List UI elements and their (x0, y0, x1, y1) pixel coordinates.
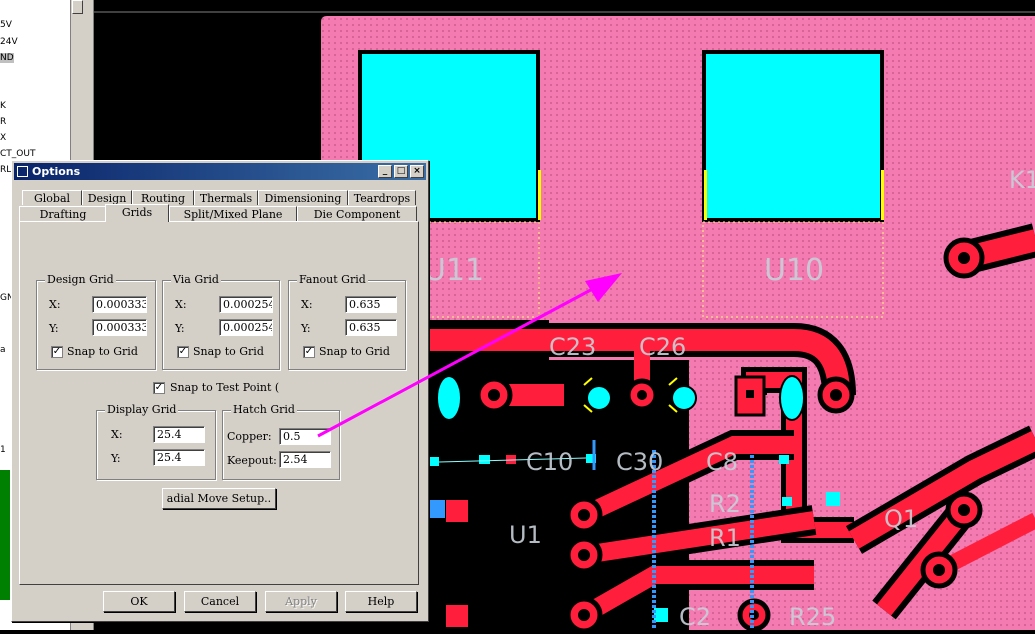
net-item-selected[interactable]: ND (0, 53, 14, 63)
scroll-up-arrow-icon[interactable] (72, 0, 83, 14)
apply-button[interactable]: Apply (265, 591, 337, 612)
label-u11: U11 (424, 253, 484, 288)
display-grid-x-label: X: (111, 428, 123, 441)
dialog-titlebar[interactable]: Options _ □ × (14, 163, 426, 180)
fanout-grid-group: Fanout Grid X: 0.635 Y: 0.635 ✓ Snap to … (288, 273, 406, 370)
fanout-grid-y-field[interactable]: 0.635 (345, 319, 397, 336)
snap-test-point-checkbox[interactable]: ✓ (153, 382, 165, 394)
display-grid-y-field[interactable]: 25.4 (153, 449, 205, 466)
label-c8: C8 (706, 448, 738, 476)
design-grid-snap-label: Snap to Grid (67, 345, 138, 358)
options-dialog: Options _ □ × Global Design Routing Ther… (11, 160, 429, 622)
hatch-grid-group: Hatch Grid Copper: 0.5 Keepout: 2.54 (222, 403, 340, 480)
net-item[interactable]: X (0, 133, 6, 143)
display-grid-title: Display Grid (105, 403, 179, 416)
design-grid-group: Design Grid X: 0.000333 Y: 0.000333 ✓ Sn… (36, 273, 156, 370)
tab-drafting[interactable]: Drafting (19, 206, 107, 221)
via-grid-y-field[interactable]: 0.000254 (219, 319, 273, 336)
hatch-grid-copper-label: Copper: (227, 430, 272, 443)
label-u10: U10 (764, 253, 824, 288)
hatch-grid-copper-field[interactable]: 0.5 (279, 428, 331, 445)
net-item[interactable]: 24V (0, 37, 18, 47)
design-grid-y-label: Y: (49, 322, 59, 335)
net-item[interactable]: RL (0, 165, 11, 175)
fanout-grid-y-label: Y: (301, 322, 311, 335)
tab-dimensioning[interactable]: Dimensioning (258, 190, 348, 205)
label-k1: K1 (1009, 166, 1035, 194)
label-c26: C26 (639, 333, 686, 361)
via-grid-title: Via Grid (171, 273, 221, 286)
via-grid-y-label: Y: (175, 322, 185, 335)
tab-die-component[interactable]: Die Component (297, 206, 417, 221)
fanout-grid-snap-label: Snap to Grid (319, 345, 390, 358)
via-grid-group: Via Grid X: 0.000254 Y: 0.000254 ✓ Snap … (162, 273, 280, 370)
design-grid-snap-checkbox[interactable]: ✓ (51, 346, 63, 358)
display-grid-group: Display Grid X: 25.4 Y: 25.4 (96, 403, 216, 480)
cancel-button[interactable]: Cancel (184, 591, 256, 612)
maximize-icon[interactable]: □ (394, 165, 408, 178)
tab-design[interactable]: Design (82, 190, 132, 205)
label-r1: R1 (709, 524, 741, 552)
close-icon[interactable]: × (410, 165, 424, 178)
via-grid-snap-checkbox[interactable]: ✓ (177, 346, 189, 358)
label-c2: C2 (679, 603, 711, 630)
display-grid-x-field[interactable]: 25.4 (153, 426, 205, 443)
design-grid-y-field[interactable]: 0.000333 (92, 319, 147, 336)
via-grid-x-label: X: (175, 298, 187, 311)
ok-button[interactable]: OK (103, 591, 175, 612)
label-q1: Q1 (884, 505, 918, 533)
hatch-grid-keepout-label: Keepout: (227, 454, 277, 467)
via-grid-snap-label: Snap to Grid (193, 345, 264, 358)
fanout-grid-x-label: X: (301, 298, 313, 311)
tab-split-mixed-plane[interactable]: Split/Mixed Plane (169, 206, 297, 221)
net-item[interactable]: CT_OUT (0, 149, 35, 159)
snap-test-point-label: Snap to Test Point ( (170, 381, 280, 394)
label-c30: C30 (616, 448, 663, 476)
tab-routing[interactable]: Routing (132, 190, 194, 205)
net-item[interactable]: a (0, 345, 6, 355)
fanout-grid-title: Fanout Grid (297, 273, 368, 286)
display-grid-y-label: Y: (111, 452, 121, 465)
label-c23: C23 (549, 333, 596, 361)
tab-teardrops[interactable]: Teardrops (348, 190, 416, 205)
grids-tab-page: Design Grid X: 0.000333 Y: 0.000333 ✓ Sn… (19, 221, 419, 585)
label-r25: R25 (789, 603, 836, 630)
fanout-grid-snap-checkbox[interactable]: ✓ (303, 346, 315, 358)
pad-u10 (706, 54, 880, 218)
label-r2: R2 (709, 490, 741, 518)
design-grid-title: Design Grid (45, 273, 116, 286)
net-item[interactable]: K (0, 101, 6, 111)
design-grid-x-label: X: (49, 298, 61, 311)
radial-move-setup-button[interactable]: adial Move Setup.. (162, 488, 276, 509)
hatch-grid-title: Hatch Grid (231, 403, 297, 416)
tab-grids[interactable]: Grids (105, 204, 169, 222)
help-button[interactable]: Help (345, 591, 417, 612)
label-c10: C10 (526, 448, 573, 476)
minimize-icon[interactable]: _ (378, 165, 392, 178)
dialog-title: Options (32, 165, 81, 178)
app-icon (17, 166, 28, 177)
status-strip (0, 470, 10, 600)
net-item[interactable]: 5V (0, 20, 12, 30)
hatch-grid-keepout-field[interactable]: 2.54 (279, 451, 331, 468)
via-grid-x-field[interactable]: 0.000254 (219, 296, 273, 313)
tab-thermals[interactable]: Thermals (194, 190, 258, 205)
net-item[interactable]: R (0, 117, 6, 127)
label-u1: U1 (509, 521, 542, 549)
design-grid-x-field[interactable]: 0.000333 (92, 296, 147, 313)
fanout-grid-x-field[interactable]: 0.635 (345, 296, 397, 313)
tab-global[interactable]: Global (22, 190, 82, 205)
net-item[interactable]: 1 (0, 445, 6, 455)
